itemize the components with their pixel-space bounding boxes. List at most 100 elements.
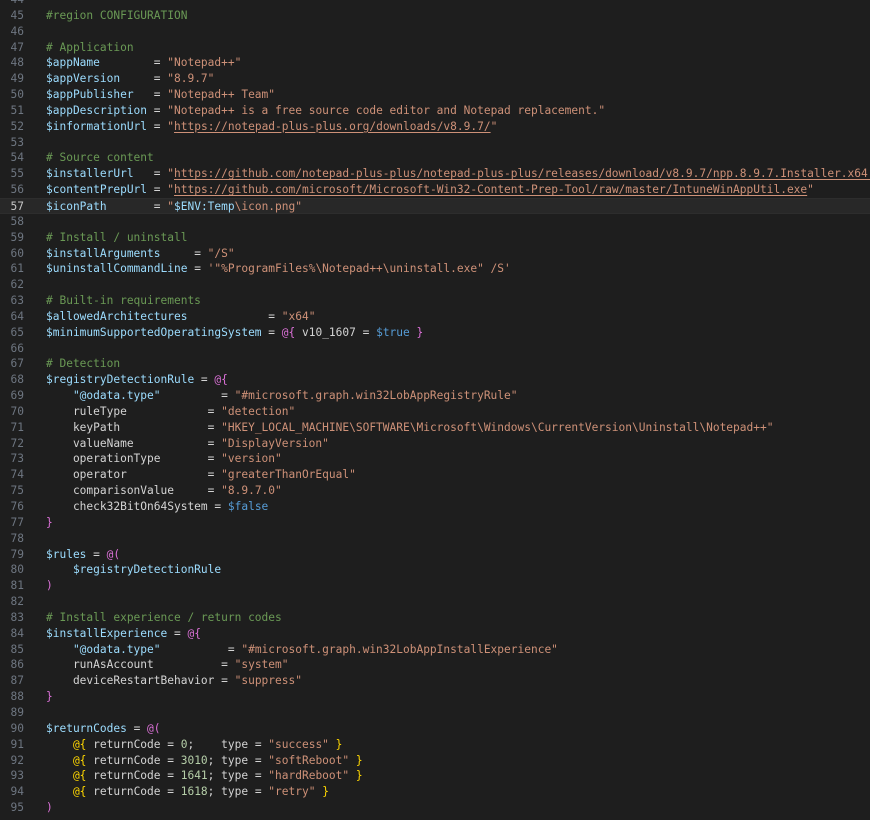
code-line[interactable]: 61 $uninstallCommandLine = '"%ProgramFile… — [0, 261, 870, 277]
code-line[interactable]: 51 $appDescription = "Notepad++ is a free… — [0, 103, 870, 119]
code-line[interactable]: 83 # Install experience / return codes — [0, 610, 870, 626]
code-line[interactable]: 50 $appPublisher = "Notepad++ Team" — [0, 87, 870, 103]
code-token-brace: @{ — [46, 769, 87, 783]
code-token-variable: $installArguments — [46, 246, 161, 260]
line-code: } — [46, 515, 53, 531]
line-code: # Install experience / return codes — [46, 610, 282, 626]
line-number: 67 — [10, 357, 24, 371]
code-token-brace2: @{ — [214, 373, 228, 387]
line-code: $contentPrepUrl = "https://github.com/mi… — [46, 182, 814, 198]
code-token-default: valueName — [46, 436, 134, 450]
code-line[interactable]: 46 — [0, 24, 870, 40]
code-line[interactable]: 75 comparisonValue = "8.9.7.0" — [0, 483, 870, 499]
code-editor[interactable]: 4445 #region CONFIGURATION 46 47 # Applicati… — [0, 0, 870, 820]
code-line[interactable]: 66 — [0, 341, 870, 357]
code-line[interactable]: 44 — [0, 0, 870, 8]
line-number: 82 — [10, 595, 24, 609]
code-line[interactable]: 88} — [0, 689, 870, 705]
line-code: $iconPath = "$ENV:Temp\icon.png" — [46, 199, 302, 215]
code-line[interactable]: 92 @{ returnCode = 3010; type = "softReb… — [0, 753, 870, 769]
code-token-variable: $rules — [46, 547, 87, 561]
code-token-brace2: @{ — [281, 325, 296, 339]
code-token-envvar: $ENV:Temp — [174, 199, 235, 213]
code-line[interactable]: 56 $contentPrepUrl = "https://github.com/… — [0, 182, 870, 198]
code-line[interactable]: 53 — [0, 135, 870, 151]
code-line[interactable]: 79 $rules = @( — [0, 547, 870, 563]
line-number: 53 — [10, 135, 24, 149]
code-line[interactable]: 72 valueName = "DisplayVersion" — [0, 436, 870, 452]
line-number: 55 — [10, 167, 24, 181]
code-line[interactable]: 62 — [0, 277, 870, 293]
code-line[interactable]: 87 deviceRestartBehavior = "suppress" — [0, 673, 870, 689]
code-token-default: deviceRestartBehavior — [46, 674, 215, 688]
code-token-string: "suppress" — [234, 674, 302, 688]
code-token-url[interactable]: https://github.com/microsoft/Microsoft-W… — [174, 183, 807, 196]
code-line[interactable]: 84 $installExperience = @{ — [0, 626, 870, 642]
code-line[interactable]: 60 $installArguments = "/S" — [0, 246, 870, 262]
code-token-variable: $uninstallCommandLine — [46, 262, 188, 276]
line-number: 91 — [10, 737, 24, 751]
code-line[interactable]: 63 # Built-in requirements — [0, 293, 870, 309]
code-token-default: = — [160, 389, 235, 403]
code-token-default: runAsAccount — [46, 658, 154, 672]
code-line[interactable]: 65 $minimumSupportedOperatingSystem = @{ … — [0, 325, 870, 341]
line-code: ruleType = "detection" — [46, 404, 295, 420]
code-token-string: "Notepad++ is a free source code editor … — [167, 103, 606, 117]
code-line[interactable]: 85 "@odata.type" = "#microsoft.graph.win… — [0, 642, 870, 658]
code-token-url[interactable]: https://github.com/notepad-plus-plus/not… — [174, 167, 870, 180]
code-line[interactable]: 57 $iconPath = "$ENV:Temp\icon.png" — [0, 197, 870, 215]
code-line[interactable]: 55 $installerUrl = "https://github.com/no… — [0, 166, 870, 182]
code-line[interactable]: 94 @{ returnCode = 1618; type = "retry" … — [0, 784, 870, 800]
code-line[interactable]: 69 "@odata.type" = "#microsoft.graph.win… — [0, 388, 870, 404]
code-line[interactable]: 52 $informationUrl = "https://notepad-plu… — [0, 119, 870, 135]
code-token-default: = — [133, 88, 168, 102]
code-line[interactable]: 59 # Install / uninstall — [0, 230, 870, 246]
line-code: # Built-in requirements — [46, 293, 201, 309]
code-line[interactable]: 76 check32BitOn64System = $false — [0, 499, 870, 515]
line-code: deviceRestartBehavior = "suppress" — [46, 673, 302, 689]
code-token-default: = — [86, 547, 107, 561]
code-line[interactable]: 78 — [0, 531, 870, 547]
code-line[interactable]: 82 — [0, 594, 870, 610]
code-token-default: operationType — [46, 452, 161, 466]
code-line[interactable]: 95) — [0, 800, 870, 816]
code-token-variable: $registryDetectionRule — [46, 563, 222, 577]
line-number: 61 — [10, 262, 24, 276]
line-number: 86 — [10, 658, 24, 672]
code-token-default: = — [133, 436, 222, 450]
code-line[interactable]: 64 $allowedArchitectures = "x64" — [0, 309, 870, 325]
code-line[interactable]: 48 $appName = "Notepad++" — [0, 55, 870, 71]
code-line[interactable]: 91 @{ returnCode = 0; type = "success" } — [0, 737, 870, 753]
code-line[interactable]: 89 — [0, 705, 870, 721]
code-token-url[interactable]: https://notepad-plus-plus.org/downloads/… — [174, 120, 491, 133]
code-line[interactable]: 86 runAsAccount = "system" — [0, 657, 870, 673]
line-code: $installArguments = "/S" — [46, 246, 235, 262]
code-line[interactable]: 81) — [0, 578, 870, 594]
line-code: $returnCodes = @( — [46, 721, 161, 737]
code-token-variable: $appVersion — [46, 72, 121, 86]
code-line[interactable]: 49 $appVersion = "8.9.7" — [0, 71, 870, 87]
line-code: operationType = "version" — [46, 451, 282, 467]
code-line[interactable]: 77} — [0, 515, 870, 531]
code-line[interactable]: 47 # Application — [0, 40, 870, 56]
line-number: 76 — [10, 500, 24, 513]
line-number: 95 — [10, 801, 24, 815]
code-line[interactable]: 70 ruleType = "detection" — [0, 404, 870, 420]
code-line[interactable]: 90 $returnCodes = @( — [0, 721, 870, 737]
code-line[interactable]: 73 operationType = "version" — [0, 451, 870, 467]
line-number: 56 — [10, 183, 24, 197]
code-line[interactable]: 58 — [0, 214, 870, 230]
code-line[interactable]: 71 keyPath = "HKEY_LOCAL_MACHINE\SOFTWAR… — [0, 420, 870, 436]
code-token-string: "#microsoft.graph.win32LobAppRegistryRul… — [234, 389, 518, 403]
code-line[interactable]: 45 #region CONFIGURATION — [0, 8, 870, 24]
code-token-brace: } — [315, 785, 329, 799]
code-line[interactable]: 54 # Source content — [0, 150, 870, 166]
code-line[interactable]: 93 @{ returnCode = 1641; type = "hardReb… — [0, 768, 870, 784]
code-line[interactable]: 68 $registryDetectionRule = @{ — [0, 372, 870, 388]
code-line[interactable]: 67 # Detection — [0, 356, 870, 372]
code-token-default: ; type = — [187, 737, 269, 751]
code-line[interactable]: 74 operator = "greaterThanOrEqual" — [0, 467, 870, 483]
code-token-variable: $returnCodes — [46, 721, 127, 735]
code-line[interactable]: 80 $registryDetectionRule — [0, 562, 870, 578]
line-number: 83 — [10, 610, 24, 624]
